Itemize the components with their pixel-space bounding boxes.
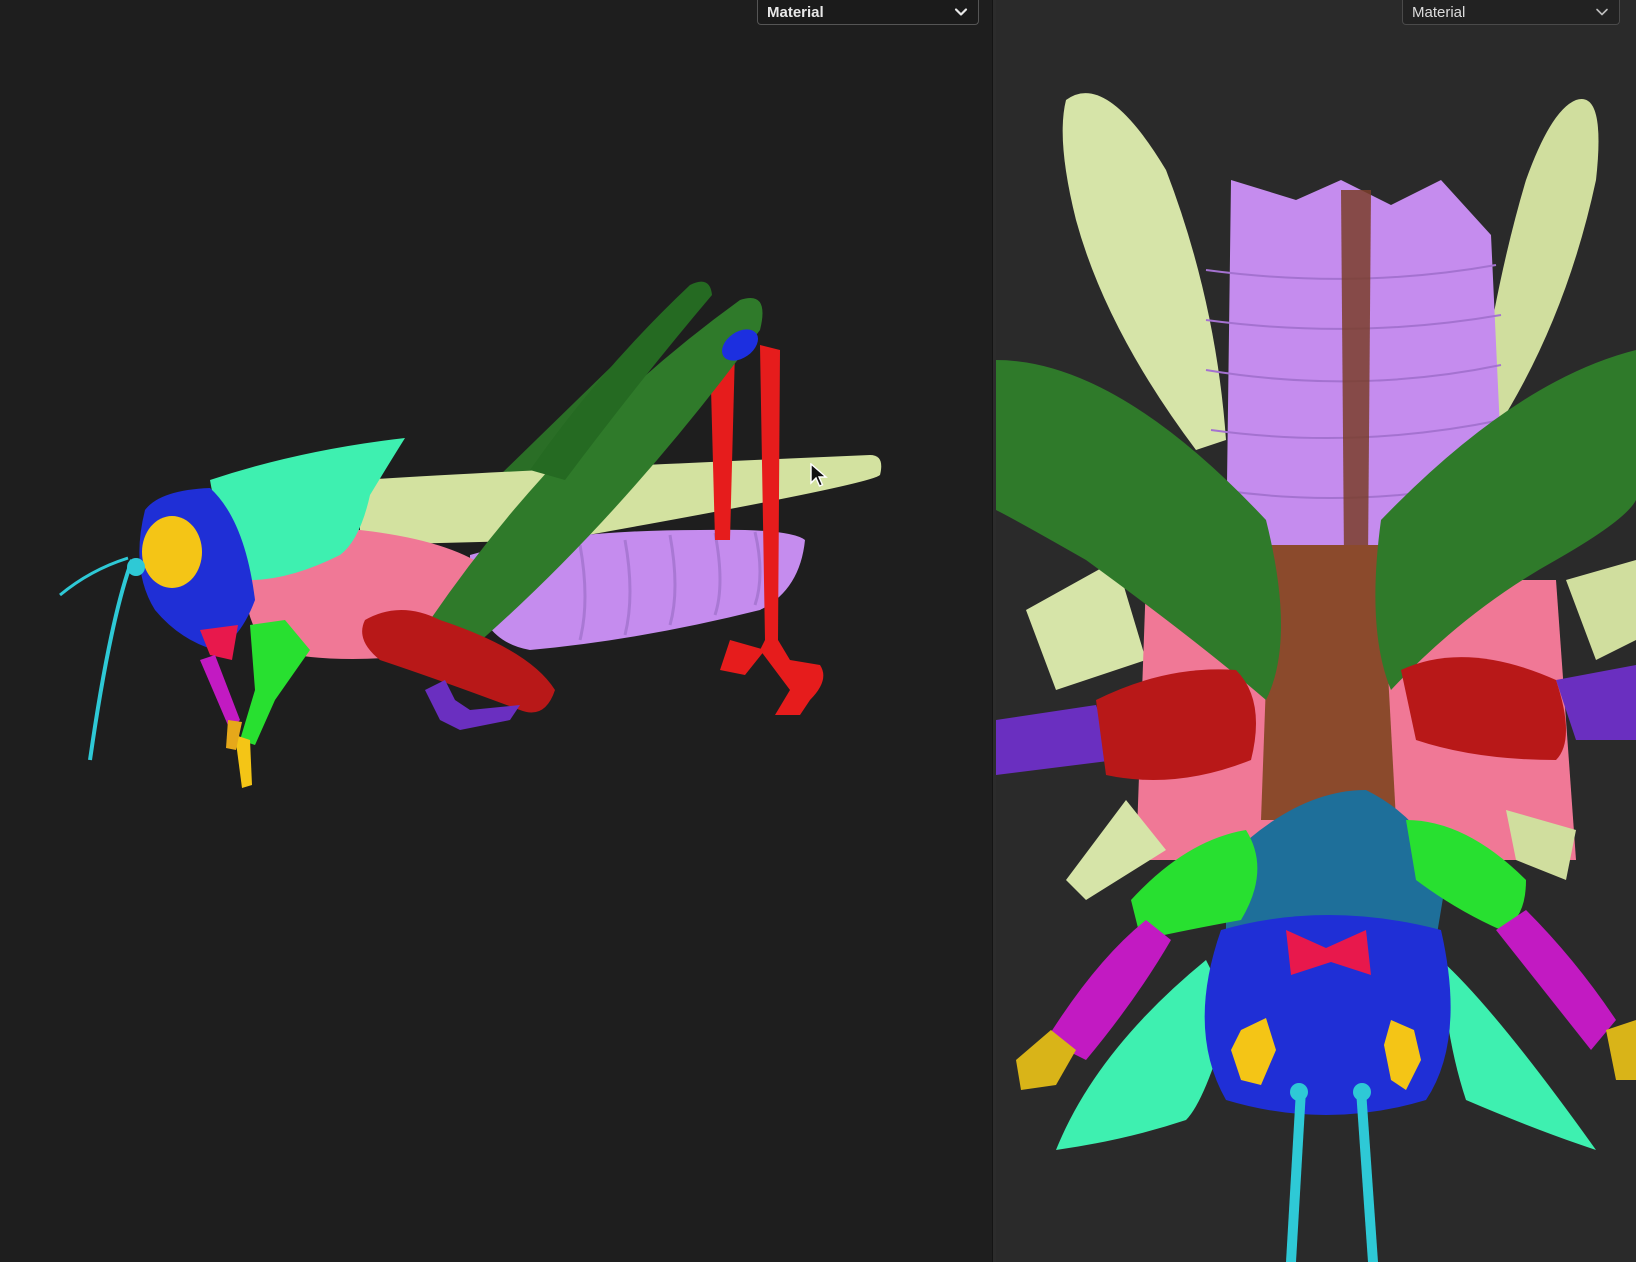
compound-eye xyxy=(142,516,202,588)
front-tarsus xyxy=(235,735,252,788)
viewport-right[interactable] xyxy=(996,0,1636,1262)
antenna-left xyxy=(1286,1090,1306,1262)
fore-femur xyxy=(240,620,310,745)
mid-femur-left xyxy=(1096,669,1256,780)
shading-mode-value-right: Material xyxy=(1412,3,1466,21)
hind-tibia-2 xyxy=(760,345,824,715)
ventral-midline-upper xyxy=(1341,190,1371,560)
app-window: Material Material xyxy=(0,0,1636,1262)
side-wing-right xyxy=(1566,560,1636,660)
shading-mode-select-left[interactable]: Material xyxy=(757,0,979,25)
front-tarsus-right xyxy=(1606,1020,1636,1080)
grasshopper-ventral-view xyxy=(996,93,1636,1262)
mid-tarsus-left xyxy=(996,705,1116,775)
chevron-down-icon xyxy=(954,8,968,16)
chevron-down-icon xyxy=(1596,8,1608,16)
head-face xyxy=(1204,915,1451,1115)
front-leg-right xyxy=(1496,910,1616,1050)
shading-mode-select-right[interactable]: Material xyxy=(1402,0,1620,25)
hind-tarsus xyxy=(720,640,765,675)
antenna-right xyxy=(1356,1090,1378,1262)
antenna-2 xyxy=(59,556,129,597)
shading-mode-value-left: Material xyxy=(767,3,824,21)
front-tibia xyxy=(200,655,240,730)
mid-tarsus-right xyxy=(1556,665,1636,740)
antenna xyxy=(88,559,134,761)
grasshopper-side-view xyxy=(59,281,882,788)
mouthparts xyxy=(200,625,238,660)
arrow-cursor-icon xyxy=(810,463,828,487)
viewport-left[interactable] xyxy=(0,0,992,1262)
